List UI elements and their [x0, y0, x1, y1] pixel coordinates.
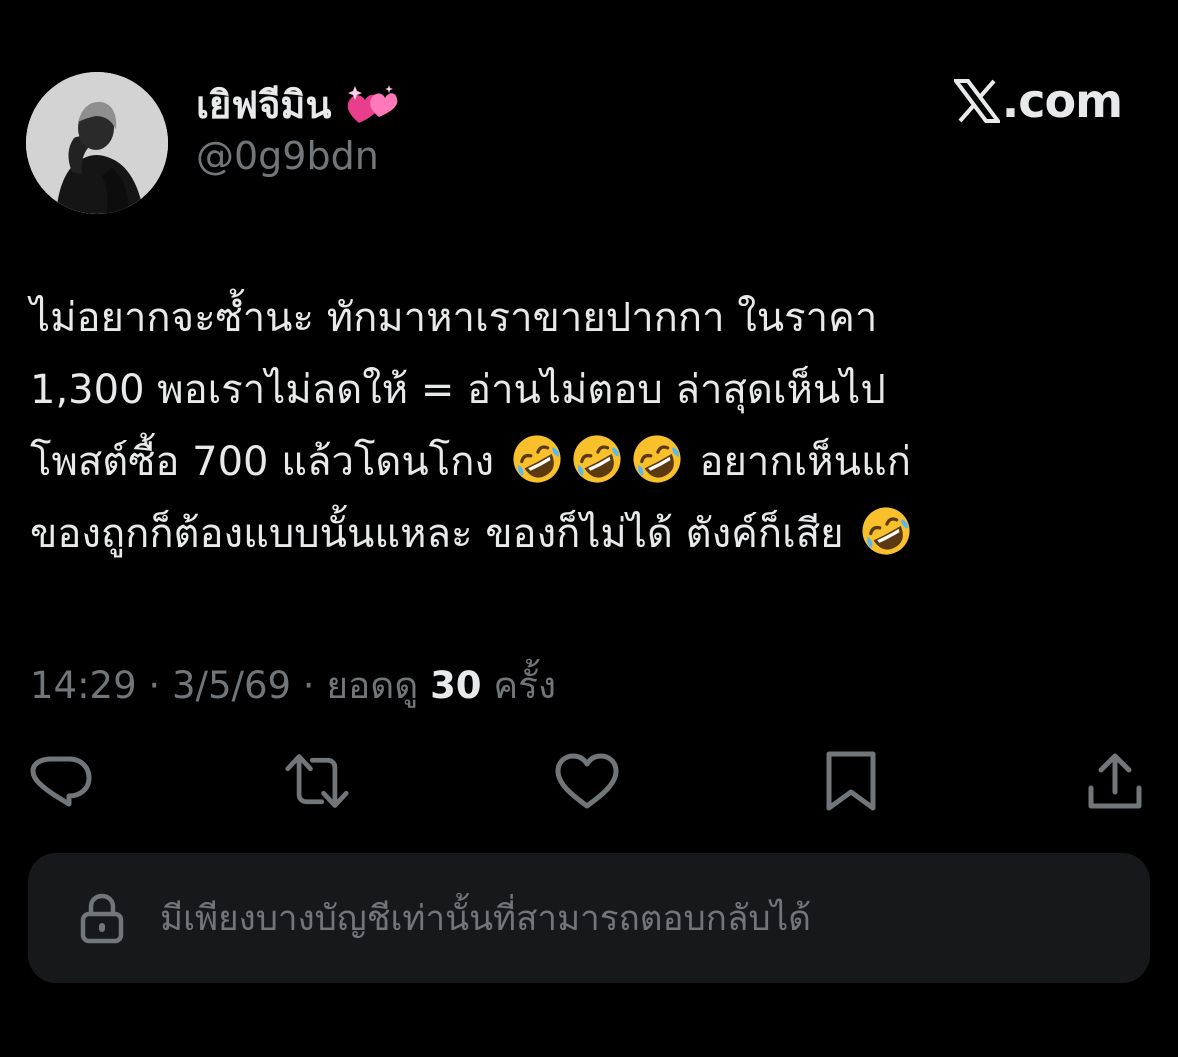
post-time[interactable]: 14:29 [30, 664, 137, 707]
views-unit: ครั้ง [493, 664, 557, 707]
rolling-on-floor-laughing-icon [631, 433, 683, 485]
author-display-name-row[interactable]: เยิฟจีมิน [196, 74, 399, 135]
rolling-on-floor-laughing-icon [860, 505, 912, 557]
reply-restriction-banner: มีเพียงบางบัญชีเท่านั้นที่สามารถตอบกลับไ… [28, 853, 1150, 983]
meta-separator: · [291, 664, 327, 707]
post-line: โพสต์ซื้อ 700 แล้วโดนโกง อยากเห็นแก่ [30, 426, 1160, 498]
rolling-on-floor-laughing-icon [511, 433, 563, 485]
x-logo-icon [953, 79, 1000, 123]
author-handle[interactable]: @0g9bdn [196, 134, 379, 178]
share-icon [1088, 753, 1142, 809]
post-text: ไม่อยากจะซ้ำนะ ทักมาหาเราขายปากกา ในราคา… [30, 282, 1160, 570]
repost-button[interactable] [284, 748, 350, 814]
reply-restriction-text: มีเพียงบางบัญชีเท่านั้นที่สามารถตอบกลับไ… [160, 898, 811, 939]
meta-separator: · [136, 664, 172, 707]
post-line-segment: โพสต์ซื้อ 700 แล้วโดนโกง [30, 439, 494, 485]
like-icon [555, 753, 619, 809]
views-label: ยอดดู [326, 664, 419, 707]
author-display-name[interactable]: เยิฟจีมิน [196, 74, 331, 135]
like-button[interactable] [554, 748, 620, 814]
rolling-on-floor-laughing-icon [571, 433, 623, 485]
bookmark-button[interactable] [818, 748, 884, 814]
post-date[interactable]: 3/5/69 [172, 664, 291, 707]
repost-icon [285, 754, 349, 808]
post-line: ไม่อยากจะซ้ำนะ ทักมาหาเราขายปากกา ในราคา [30, 295, 878, 341]
reply-button[interactable] [28, 748, 94, 814]
reply-icon [30, 756, 92, 807]
post-metadata: 14:29 · 3/5/69 · ยอดดู 30 ครั้ง [30, 656, 556, 715]
post-line-segment: อยากเห็นแก่ [699, 439, 911, 485]
sparkling-heart-icon [345, 83, 399, 127]
post-action-bar [28, 748, 1148, 818]
lock-icon [80, 893, 124, 944]
post-line: 1,300 พอเราไม่ลดให้ = อ่านไม่ตอบ ล่าสุดเ… [30, 367, 886, 413]
bookmark-icon [826, 751, 876, 811]
x-brand-watermark: .com [953, 74, 1123, 128]
post-line-segment: ของถูกก็ต้องแบบนั้นแหละ ของก็ไม่ได้ ตังค… [30, 511, 844, 557]
share-button[interactable] [1082, 748, 1148, 814]
brand-domain: .com [1001, 74, 1123, 128]
views-count: 30 [430, 664, 482, 707]
author-avatar[interactable] [26, 72, 168, 214]
post-line: ของถูกก็ต้องแบบนั้นแหละ ของก็ไม่ได้ ตังค… [30, 498, 1160, 570]
